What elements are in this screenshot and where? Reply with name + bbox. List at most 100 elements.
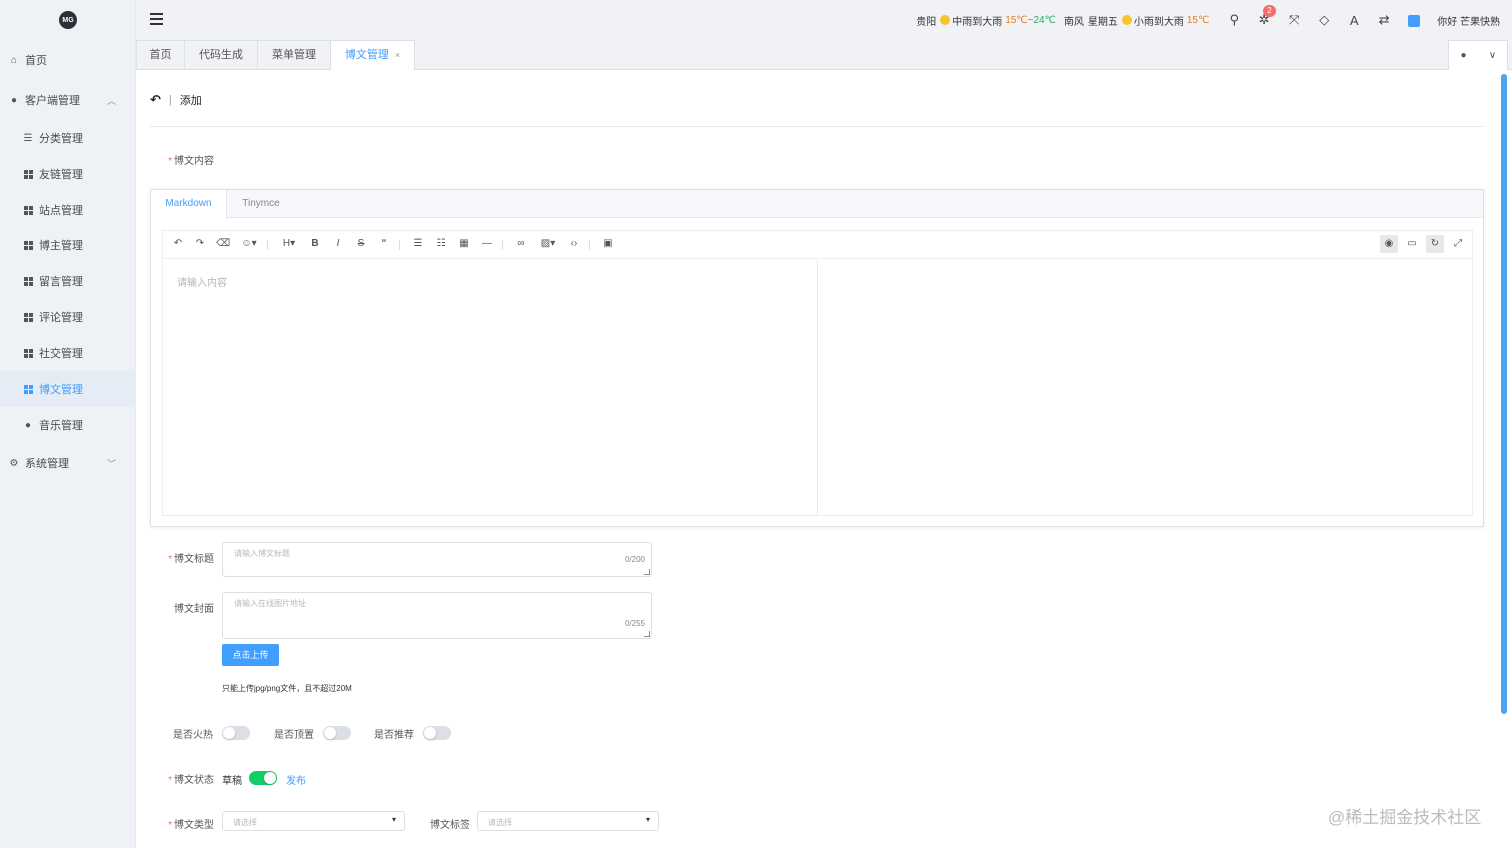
type-placeholder: 请选择 [233,818,257,827]
status-draft-text: 草稿 [222,776,242,787]
table-icon[interactable]: ▦ [457,238,471,249]
avatar[interactable] [1399,13,1429,28]
status-switch[interactable] [249,771,277,785]
code-icon[interactable]: ‹› [567,238,581,249]
upload-button[interactable]: 点击上传 [222,644,279,666]
undo-icon[interactable]: ↶ [171,238,185,249]
save-icon[interactable]: ▣ [601,238,615,249]
page-header: ↶ | 添加 [150,92,202,108]
sidebar: MG ⌂ 首页 ● 客户端管理 ︿ ☰ 分类管理 友链管理 站点管理 博主管理 … [0,0,136,848]
sidebar-item-music[interactable]: ● 音乐管理 [0,407,136,443]
header-divider: | [168,94,172,106]
toc-icon[interactable]: ▭ [1403,235,1421,253]
resize-handle[interactable] [644,569,650,575]
tab-settings-icon[interactable]: ● [1449,50,1478,61]
recommend-switch[interactable] [423,726,451,740]
translate-icon[interactable]: ⇄ [1369,12,1399,28]
font-size-icon[interactable]: A [1339,13,1369,28]
sidebar-item-label: 首页 [25,55,47,67]
weather-sun-icon [940,15,951,25]
sidebar-item-message[interactable]: 留言管理 [0,263,136,299]
gear-icon: ⚙ [9,457,19,469]
tab-label: 博文管理 [344,49,389,61]
weekday: 星期五 [1087,16,1118,28]
tag-select[interactable]: 请选择 ▾ [477,811,659,831]
tab-markdown[interactable]: Markdown [151,190,227,219]
tab-tinymce[interactable]: Tinymce [227,190,295,219]
tab-label: 菜单管理 [272,49,316,61]
sidebar-item-category[interactable]: ☰ 分类管理 [0,120,136,156]
bold-icon[interactable]: B [308,238,322,249]
hot-switch[interactable] [222,726,250,740]
chevron-down-icon: ﹀ [106,458,116,469]
sync-scroll-icon[interactable]: ↻ [1426,235,1444,253]
sidebar-item-label: 客户端管理 [25,95,80,107]
cover-label: 博文封面 [174,604,214,615]
tab-codegen[interactable]: 代码生成 [185,40,258,70]
top-switch[interactable] [323,726,351,740]
strikethrough-icon[interactable]: S [354,238,368,249]
temp-high: 24℃ [1033,14,1056,26]
editor-tabs: Markdown Tinymce [151,190,1483,219]
title-input[interactable]: 请输入博文标题 0/200 [222,542,652,577]
emoji-icon[interactable]: ☺▾ [239,238,259,249]
sidebar-item-label: 留言管理 [39,276,83,288]
title-placeholder: 请输入博文标题 [234,549,290,558]
type-select[interactable]: 请选择 ▾ [222,811,405,831]
sidebar-item-blogger[interactable]: 博主管理 [0,227,136,263]
cover-placeholder: 请输入在线图片地址 [234,599,306,608]
bug-icon[interactable]: ✲ 2 [1249,5,1279,28]
image-icon[interactable]: ▨▾ [537,238,559,249]
user-greeting[interactable]: 你好 芒果快熟 [1437,13,1500,28]
resize-handle[interactable] [644,631,650,637]
italic-icon[interactable]: I [331,238,345,249]
diamond-icon[interactable]: ◇ [1309,12,1339,28]
sidebar-item-site[interactable]: 站点管理 [0,192,136,228]
sidebar-item-home[interactable]: ⌂ 首页 [0,42,136,78]
preview-icon[interactable]: ◉ [1380,235,1398,253]
tab-blog[interactable]: 博文管理 × [331,40,415,71]
close-icon[interactable]: × [395,50,400,60]
expand-icon[interactable]: ⤢ [1449,235,1467,253]
logo[interactable]: MG [0,0,136,40]
editor-input-pane[interactable]: 请输入内容 [163,260,818,516]
sidebar-item-blog[interactable]: 博文管理 [0,371,136,407]
unordered-list-icon[interactable]: ☰ [411,238,425,249]
weather-tomorrow: 小雨到大雨 [1133,16,1184,28]
logo-badge: MG [59,11,77,29]
scrollbar-thumb[interactable] [1501,74,1507,714]
divider [150,126,1484,127]
sidebar-item-links[interactable]: 友链管理 [0,156,136,192]
sidebar-item-client[interactable]: ● 客户端管理 ︿ [0,82,136,118]
cover-input[interactable]: 请输入在线图片地址 0/255 [222,592,652,639]
ordered-list-icon[interactable]: ☷ [434,238,448,249]
back-arrow-icon[interactable]: ↶ [150,92,161,108]
heading-icon[interactable]: H▾ [279,238,299,249]
temp-low: 15℃ [1005,14,1028,26]
grid-icon [22,312,34,322]
grid-icon [22,240,34,250]
quote-icon[interactable]: “ [377,238,391,249]
sidebar-item-comment[interactable]: 评论管理 [0,299,136,335]
chevron-down-icon[interactable]: ∨ [1478,50,1507,61]
temp-tomorrow: 15℃ [1186,14,1210,26]
fullscreen-icon[interactable]: ⤧ [1279,12,1309,28]
link-icon[interactable]: ∞ [514,238,528,249]
sidebar-item-system[interactable]: ⚙ 系统管理 ﹀ [0,445,136,481]
hamburger-icon[interactable] [150,13,163,25]
cover-counter: 0/255 [624,619,645,628]
grid-icon [22,169,34,179]
tab-menu[interactable]: 菜单管理 [258,40,331,70]
notification-badge: 2 [1263,5,1276,17]
tab-home[interactable]: 首页 [136,40,185,70]
eraser-icon[interactable]: ⌫ [216,238,230,249]
sidebar-item-label: 站点管理 [39,205,83,217]
scrollbar[interactable] [1498,70,1512,848]
redo-icon[interactable]: ↷ [193,238,207,249]
tab-label: 代码生成 [199,49,243,61]
hr-icon[interactable]: — [480,238,494,249]
sidebar-item-social[interactable]: 社交管理 [0,335,136,371]
search-icon[interactable]: ⚲ [1219,12,1249,28]
caret-down-icon: ▾ [645,815,650,824]
weather-widget: 贵阳 中雨到大雨 15℃ ~ 24℃ 南风 星期五 小雨到大雨 15℃ [916,13,1209,28]
